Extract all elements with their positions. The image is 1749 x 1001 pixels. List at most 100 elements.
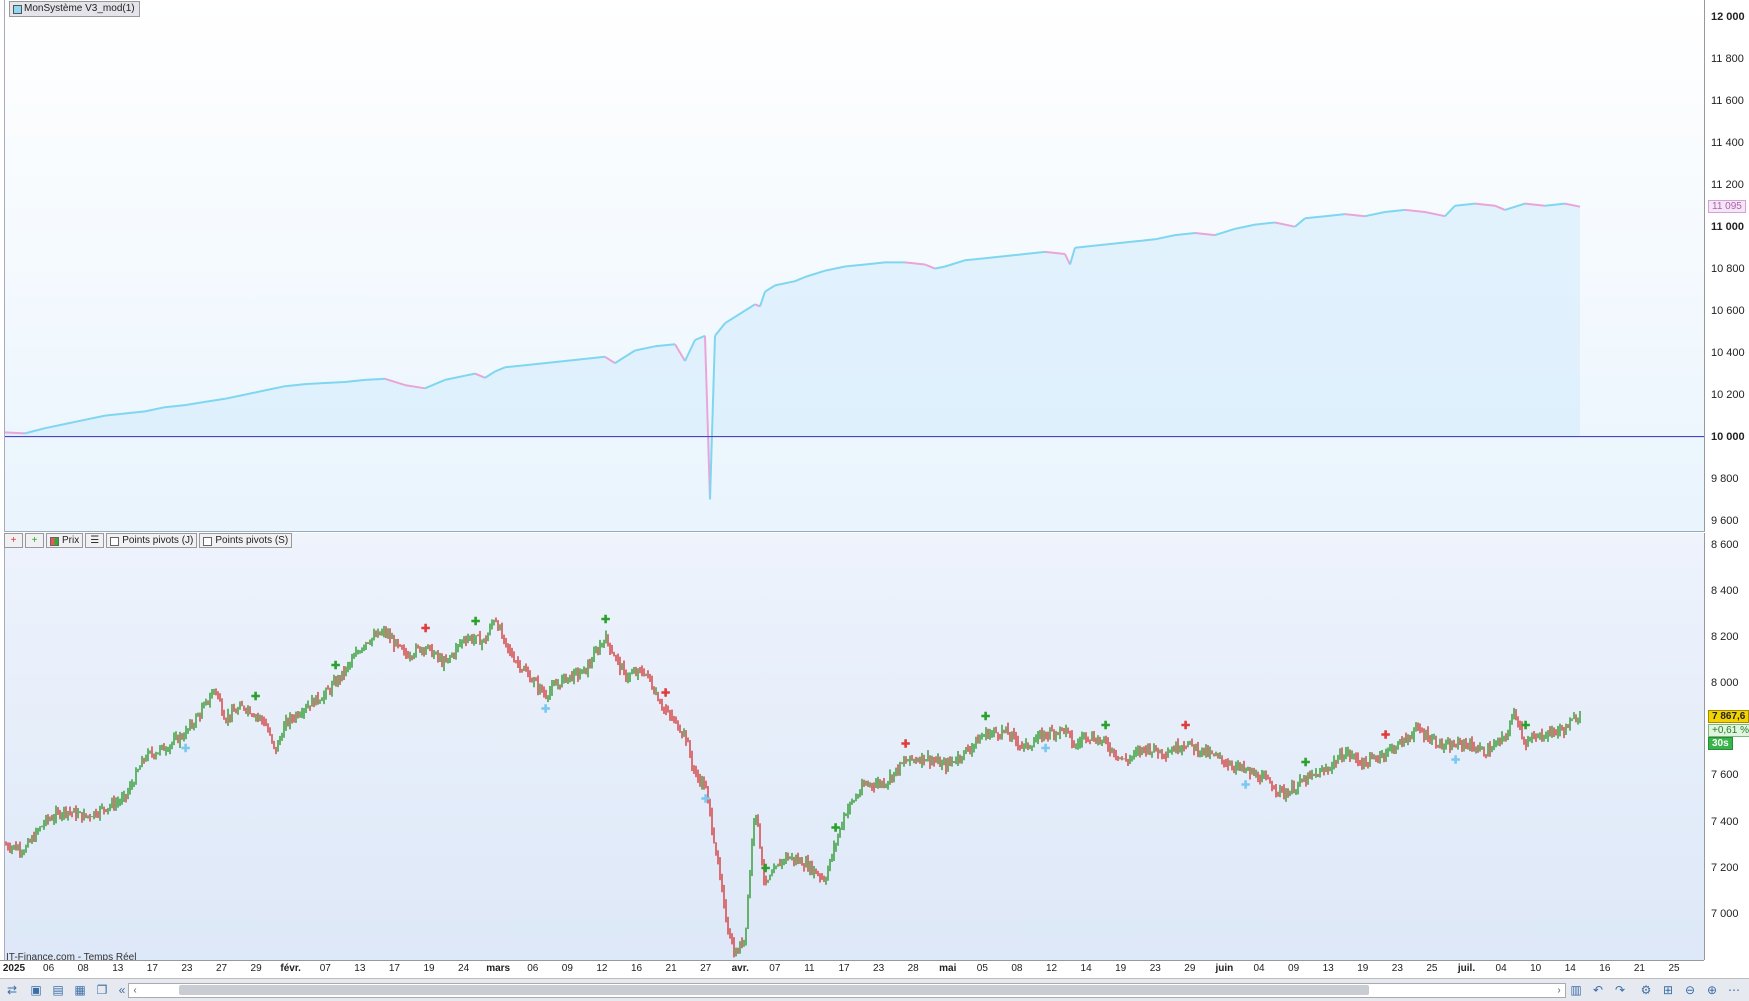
chart-settings-icon[interactable]: ⚙: [1638, 982, 1654, 998]
equity-axis-tick: 10 600: [1711, 304, 1745, 317]
zoom-in-icon[interactable]: ⊕: [1704, 982, 1720, 998]
trade-marker: ✚: [1521, 720, 1530, 732]
price-legend: + + Prix ☰ Points pivots (J) Points pivo…: [4, 533, 293, 548]
zoom-fit-icon[interactable]: ⊞: [1660, 982, 1676, 998]
time-axis-label: 17: [146, 963, 158, 974]
equity-current-value-badge: 11 095: [1708, 199, 1746, 213]
trade-marker: ✚: [1381, 729, 1390, 741]
time-axis-label: 09: [1288, 963, 1300, 974]
window-icon[interactable]: ❐: [94, 982, 110, 998]
time-axis-label: 06: [527, 963, 539, 974]
time-axis-label: 27: [215, 963, 228, 974]
time-axis-label: 21: [1633, 963, 1645, 974]
time-axis-label: 21: [665, 963, 677, 974]
price-axis-tick: 7 400: [1711, 815, 1739, 828]
equity-axis-tick: 9 600: [1711, 514, 1739, 527]
legend-item-pivots-s[interactable]: Points pivots (S): [199, 533, 293, 548]
time-axis-label: 16: [1599, 963, 1611, 974]
trade-marker: ✚: [761, 863, 770, 875]
equity-axis-tick: 10 200: [1711, 388, 1745, 401]
time-axis-label: févr.: [280, 963, 301, 974]
price-axis-tick: 8 400: [1711, 584, 1739, 597]
time-axis-label: 23: [873, 963, 885, 974]
time-axis-label: 17: [838, 963, 850, 974]
time-axis-label: 09: [561, 963, 573, 974]
time-axis-label: 17: [388, 963, 400, 974]
trade-marker: ✚: [981, 711, 990, 723]
legend-item-prix[interactable]: Prix: [46, 533, 84, 548]
indicator-color-swatch: [13, 5, 22, 14]
time-axis-label: 28: [907, 963, 919, 974]
equity-axis-tick: 11 800: [1711, 52, 1744, 65]
price-axis-tick: 8 600: [1711, 538, 1739, 551]
time-axis-label: 05: [976, 963, 988, 974]
price-axis-tick: 7 200: [1711, 861, 1739, 874]
trade-marker: ✚: [661, 688, 670, 700]
trade-marker: ✚: [1101, 720, 1110, 732]
list-icon[interactable]: ☰: [85, 533, 105, 548]
share-icon[interactable]: ⇄: [4, 982, 20, 998]
time-axis-label: 10: [1530, 963, 1542, 974]
time-axis-label: 25: [1668, 963, 1680, 974]
legend-item-pivots-j[interactable]: Points pivots (J): [106, 533, 198, 548]
legend-pivots-j-label: Points pivots (J): [122, 535, 194, 546]
trade-marker: ✚: [1181, 720, 1190, 732]
checkbox-icon[interactable]: [110, 537, 120, 546]
equity-axis-tick: 11 000: [1711, 220, 1745, 233]
equity-axis-tick: 11 400: [1711, 136, 1744, 149]
last-price-badge: 7 867,6: [1708, 710, 1749, 723]
checkbox-icon[interactable]: [203, 537, 213, 546]
timer-badge: 30s: [1708, 737, 1733, 750]
trade-marker: ✚: [831, 823, 840, 835]
time-axis-label: 12: [1045, 963, 1058, 974]
last-price: 7 867,6: [1712, 711, 1746, 722]
equity-current-value: 11 095: [1712, 200, 1742, 212]
time-axis-label: 04: [1495, 963, 1507, 974]
trade-marker: ✚: [601, 614, 610, 626]
scroll-left-icon[interactable]: ‹: [129, 984, 141, 997]
price-axis-tick: 8 000: [1711, 677, 1739, 690]
add-indicator-button[interactable]: +: [4, 533, 23, 548]
price-chart: ✚ ✚ ✚ ✚ ✚ ✚ ✚ ✚ ✚ ✚ ✚ ✚ ✚ ✚ ✚ ✚ ✚ ✚ ✚ ✚ ✚: [5, 614, 1581, 958]
redo-icon[interactable]: ↷: [1612, 982, 1628, 998]
price-pane[interactable]: ✚ ✚ ✚ ✚ ✚ ✚ ✚ ✚ ✚ ✚ ✚ ✚ ✚ ✚ ✚ ✚ ✚ ✚ ✚ ✚ ✚: [4, 533, 1705, 960]
time-axis-label: avr.: [731, 963, 749, 974]
equity-pane[interactable]: MonSystème V3_mod(1): [4, 0, 1705, 532]
undo-icon[interactable]: ↶: [1590, 982, 1606, 998]
scrollbar-thumb[interactable]: [179, 985, 1369, 995]
time-axis-label: 23: [181, 963, 193, 974]
move-button[interactable]: +: [25, 533, 44, 548]
equity-axis-tick: 11 200: [1711, 178, 1744, 191]
save-icon[interactable]: ▣: [28, 982, 44, 998]
horizontal-scrollbar[interactable]: ‹ ›: [128, 983, 1566, 998]
time-axis-label: 07: [319, 963, 331, 974]
time-axis-label: 19: [423, 963, 435, 974]
indicator-label[interactable]: MonSystème V3_mod(1): [9, 1, 140, 17]
trade-marker: ✚: [331, 660, 340, 672]
time-axis-label: 24: [458, 963, 470, 974]
time-axis-label: 2025: [2, 963, 26, 974]
trade-marker: ✚: [1041, 743, 1050, 755]
trade-marker: ✚: [181, 743, 190, 755]
time-axis-label: 13: [1322, 963, 1334, 974]
time-axis-label: 14: [1564, 963, 1576, 974]
print-icon[interactable]: ▤: [50, 982, 66, 998]
price-axis-tick: 7 000: [1711, 907, 1739, 920]
time-axis-label: mai: [939, 963, 957, 974]
time-axis-label: juil.: [1457, 963, 1476, 974]
equity-chart: [5, 202, 1705, 500]
legend-pivots-s-label: Points pivots (S): [215, 535, 289, 546]
equity-line-segment: [364, 377, 386, 381]
calendar-icon[interactable]: ▥: [1568, 982, 1584, 998]
equity-axis-tick: 10 800: [1711, 262, 1745, 275]
more-icon[interactable]: ⋯: [1726, 982, 1742, 998]
equity-price-axis[interactable]: 12 000 11 800 11 600 11 400 11 200 11 000 10 8…: [1704, 0, 1749, 531]
time-axis-label: 14: [1080, 963, 1092, 974]
zoom-out-icon[interactable]: ⊖: [1682, 982, 1698, 998]
equity-axis-tick: 11 600: [1711, 94, 1744, 107]
layout-icon[interactable]: ▦: [72, 982, 88, 998]
equity-axis-tick: 9 800: [1711, 472, 1739, 485]
equity-axis-tick: 12 000: [1711, 10, 1745, 23]
time-axis[interactable]: 2025 06 08 13 17 23 27 29 févr. 07 13 17 19 24 mars 06 0…: [0, 960, 1704, 979]
scroll-right-icon[interactable]: ›: [1553, 984, 1565, 997]
